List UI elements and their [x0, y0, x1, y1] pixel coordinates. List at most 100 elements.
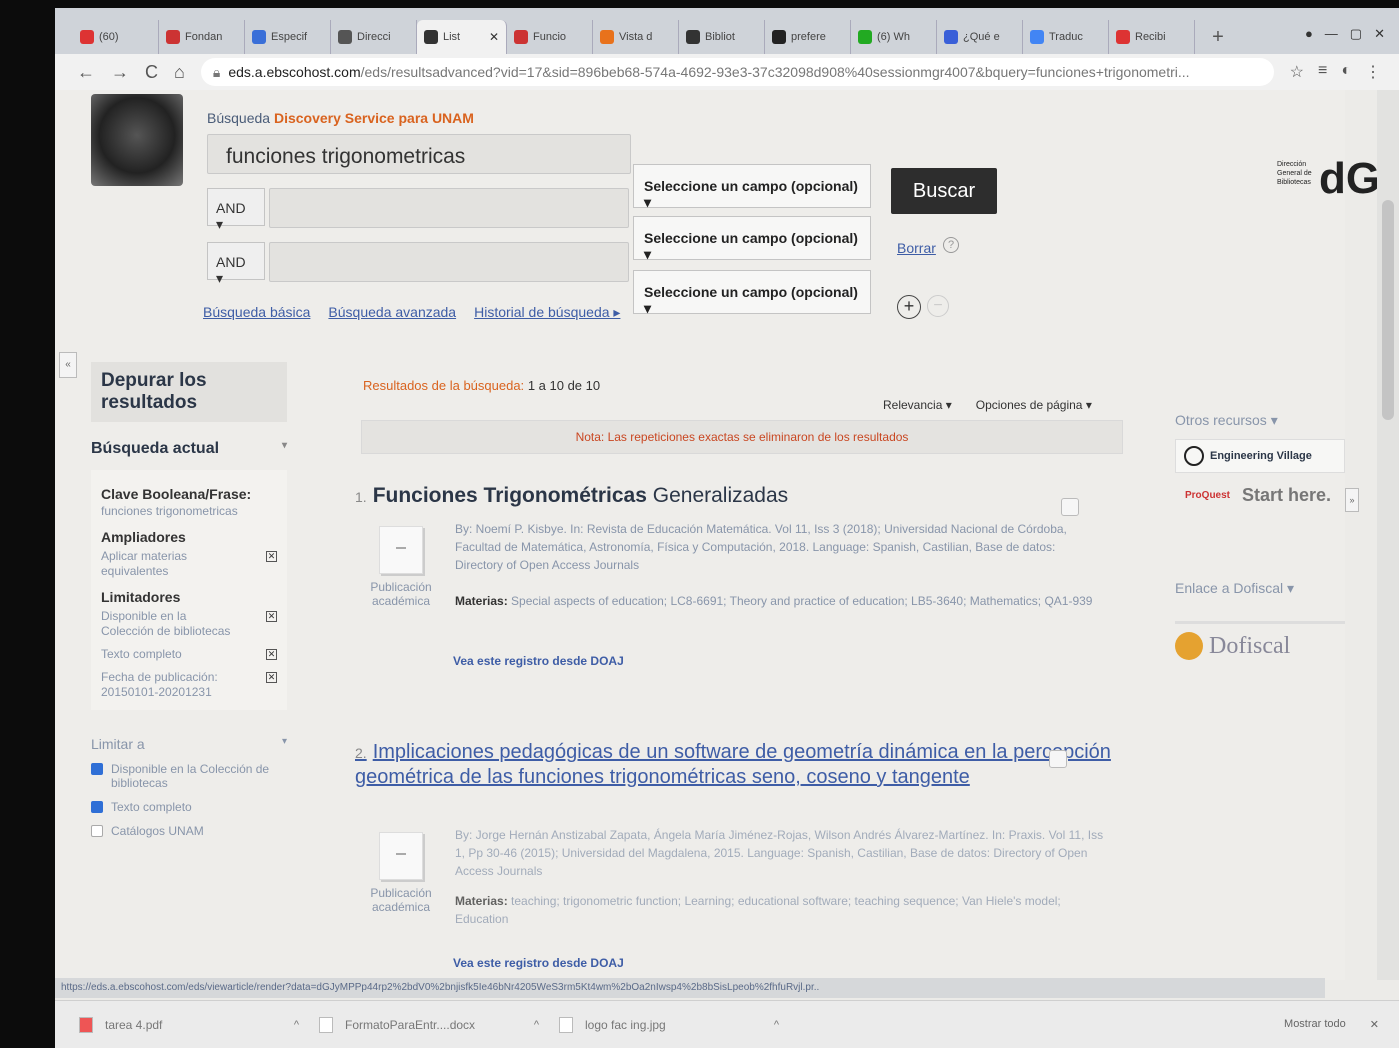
bool-operator-2[interactable]: AND ▾	[207, 242, 265, 286]
search-input-2[interactable]	[269, 188, 629, 228]
remove-limiter-icon[interactable]: ✕	[266, 649, 277, 660]
refine-sidebar: Depurar los resultados Búsqueda actual ▾…	[91, 362, 311, 838]
remove-limiter-icon[interactable]: ✕	[266, 611, 277, 622]
browser-tab[interactable]: (6) Wh	[851, 20, 937, 54]
extension-icon[interactable]: ◐	[1341, 62, 1351, 82]
chevron-up-icon[interactable]: ^	[294, 1019, 299, 1031]
tab-favicon-icon	[772, 30, 786, 44]
remove-expander-icon[interactable]: ✕	[266, 551, 277, 562]
dofiscal-label: Dofiscal	[1209, 632, 1291, 659]
result-title-bold: Funciones Trigonométricas	[372, 484, 647, 507]
browser-tab[interactable]: Bibliot	[679, 20, 765, 54]
close-downloads-icon[interactable]: ✕	[1370, 1018, 1379, 1031]
dofiscal-link[interactable]: Dofiscal	[1175, 621, 1345, 660]
download-item[interactable]: logo fac ing.jpg ^	[559, 1016, 799, 1033]
publication-type[interactable]: Publicación académica	[365, 832, 437, 914]
results-label: Resultados de la búsqueda:	[363, 378, 525, 393]
checkbox-unchecked[interactable]	[91, 825, 103, 837]
chevron-up-icon[interactable]: ^	[534, 1019, 539, 1031]
search-mode-links: Búsqueda básica Búsqueda avanzada Histor…	[203, 304, 620, 321]
advanced-search-link[interactable]: Búsqueda avanzada	[328, 304, 456, 321]
clear-link[interactable]: Borrar	[897, 240, 936, 256]
publication-type[interactable]: Publicación académica	[365, 526, 437, 608]
limit-checkbox-catalogs[interactable]: Catálogos UNAM	[91, 824, 311, 838]
search-button[interactable]: Buscar	[891, 168, 997, 214]
chevron-up-icon[interactable]: ^	[774, 1019, 779, 1031]
maximize-icon[interactable]: ▢	[1350, 26, 1362, 42]
download-item[interactable]: FormatoParaEntr....docx ^	[319, 1016, 559, 1033]
back-icon[interactable]: ←	[77, 62, 95, 83]
menu-icon[interactable]: ⋮	[1365, 62, 1381, 82]
close-tab-icon[interactable]: ✕	[489, 30, 499, 44]
new-tab-button[interactable]: +	[1205, 24, 1231, 50]
limit-checkbox-library[interactable]: Disponible en la Colección de biblioteca…	[91, 762, 311, 790]
results-range: 1 a 10 de 10	[527, 378, 601, 393]
forward-icon[interactable]: →	[111, 62, 129, 83]
page-scrollbar[interactable]	[1377, 90, 1399, 980]
other-resources-header[interactable]: Otros recursos ▾	[1175, 412, 1345, 429]
tab-label: Vista d	[619, 31, 653, 43]
minimize-icon[interactable]: —	[1325, 26, 1338, 42]
reload-icon[interactable]: C	[145, 62, 158, 83]
preview-magnifier-icon[interactable]	[1049, 750, 1067, 768]
reading-list-icon[interactable]: ≡	[1318, 62, 1327, 82]
current-search-box: Clave Booleana/Frase: funciones trigonom…	[91, 470, 287, 710]
collapse-left-icon[interactable]: «	[59, 352, 77, 378]
address-bar[interactable]: 🔒︎ eds.a.ebscohost.com /eds/resultsadvan…	[200, 58, 1274, 86]
limiter-item: Disponible en la Colección de biblioteca…	[101, 609, 277, 639]
result-title[interactable]: 2. Implicaciones pedagógicas de un softwa…	[355, 740, 1115, 789]
remove-row-icon[interactable]: −	[927, 295, 949, 317]
result-title[interactable]: 1. Funciones Trigonométricas Generalizada…	[355, 484, 1115, 508]
preview-magnifier-icon[interactable]	[1061, 498, 1079, 516]
field-select-1[interactable]: Seleccione un campo (opcional) ▾	[633, 164, 871, 210]
limit-to-header[interactable]: Limitar a ▾	[91, 736, 287, 752]
dofiscal-header[interactable]: Enlace a Dofiscal ▾	[1175, 580, 1345, 597]
browser-tab[interactable]: Funcio	[507, 20, 593, 54]
browser-tab[interactable]: (60)	[73, 20, 159, 54]
browser-tab[interactable]: ¿Qué e	[937, 20, 1023, 54]
download-item[interactable]: tarea 4.pdf ^	[79, 1016, 319, 1033]
engineering-village-link[interactable]: Engineering Village	[1175, 439, 1345, 473]
search-input-3[interactable]	[269, 242, 629, 282]
browser-tab[interactable]: Recibi	[1109, 20, 1195, 54]
subjects-label: Materias:	[455, 894, 508, 908]
page-options-dropdown[interactable]: Opciones de página ▾	[976, 398, 1092, 412]
browser-tab[interactable]: Vista d	[593, 20, 679, 54]
browser-tab[interactable]: Direcci	[331, 20, 417, 54]
limit-checkbox-fulltext[interactable]: Texto completo	[91, 800, 311, 814]
academic-journal-icon	[379, 832, 423, 880]
doaj-link[interactable]: Vea este registro desde DOAJ	[453, 956, 624, 970]
collapse-right-icon[interactable]: »	[1345, 488, 1359, 512]
profile-icon[interactable]: ●	[1305, 26, 1313, 42]
browser-tab[interactable]: prefere	[765, 20, 851, 54]
bool-operator-1[interactable]: AND ▾	[207, 188, 265, 232]
browser-tab[interactable]: Fondan	[159, 20, 245, 54]
checkbox-checked[interactable]	[91, 763, 103, 775]
checkbox-checked[interactable]	[91, 801, 103, 813]
proquest-link[interactable]: ProQuest Start here.	[1175, 481, 1345, 510]
bookmark-star-icon[interactable]: ☆	[1290, 62, 1304, 82]
scrollbar-thumb[interactable]	[1382, 200, 1394, 420]
search-input-1[interactable]: funciones trigonometricas	[207, 134, 631, 174]
close-window-icon[interactable]: ✕	[1374, 26, 1385, 42]
browser-tab[interactable]: Traduc	[1023, 20, 1109, 54]
result-title-text[interactable]: Implicaciones pedagógicas de un software…	[355, 741, 1111, 788]
help-icon[interactable]: ?	[943, 237, 959, 253]
field-select-2[interactable]: Seleccione un campo (opcional) ▾	[633, 216, 871, 262]
doaj-link[interactable]: Vea este registro desde DOAJ	[453, 654, 624, 668]
add-row-icon[interactable]: +	[897, 295, 921, 319]
brand-highlight: Discovery Service para UNAM	[273, 110, 474, 126]
basic-search-link[interactable]: Búsqueda básica	[203, 304, 310, 321]
boolean-key-value[interactable]: funciones trigonometricas	[101, 504, 277, 519]
dedupe-note: Nota: Las repeticiones exactas se elimin…	[361, 420, 1123, 454]
browser-tab[interactable]: Especif	[245, 20, 331, 54]
home-icon[interactable]: ⌂	[174, 62, 185, 83]
remove-limiter-icon[interactable]: ✕	[266, 672, 277, 683]
sort-relevance-dropdown[interactable]: Relevancia ▾	[883, 398, 952, 412]
show-all-downloads[interactable]: Mostrar todo	[1284, 1018, 1346, 1031]
search-history-link[interactable]: Historial de búsqueda ▸	[474, 304, 620, 321]
field-select-3[interactable]: Seleccione un campo (opcional) ▾	[633, 270, 871, 316]
tab-favicon-icon	[424, 30, 438, 44]
browser-tab[interactable]: List ✕	[417, 20, 507, 54]
current-search-header[interactable]: Búsqueda actual ▾	[91, 440, 287, 458]
